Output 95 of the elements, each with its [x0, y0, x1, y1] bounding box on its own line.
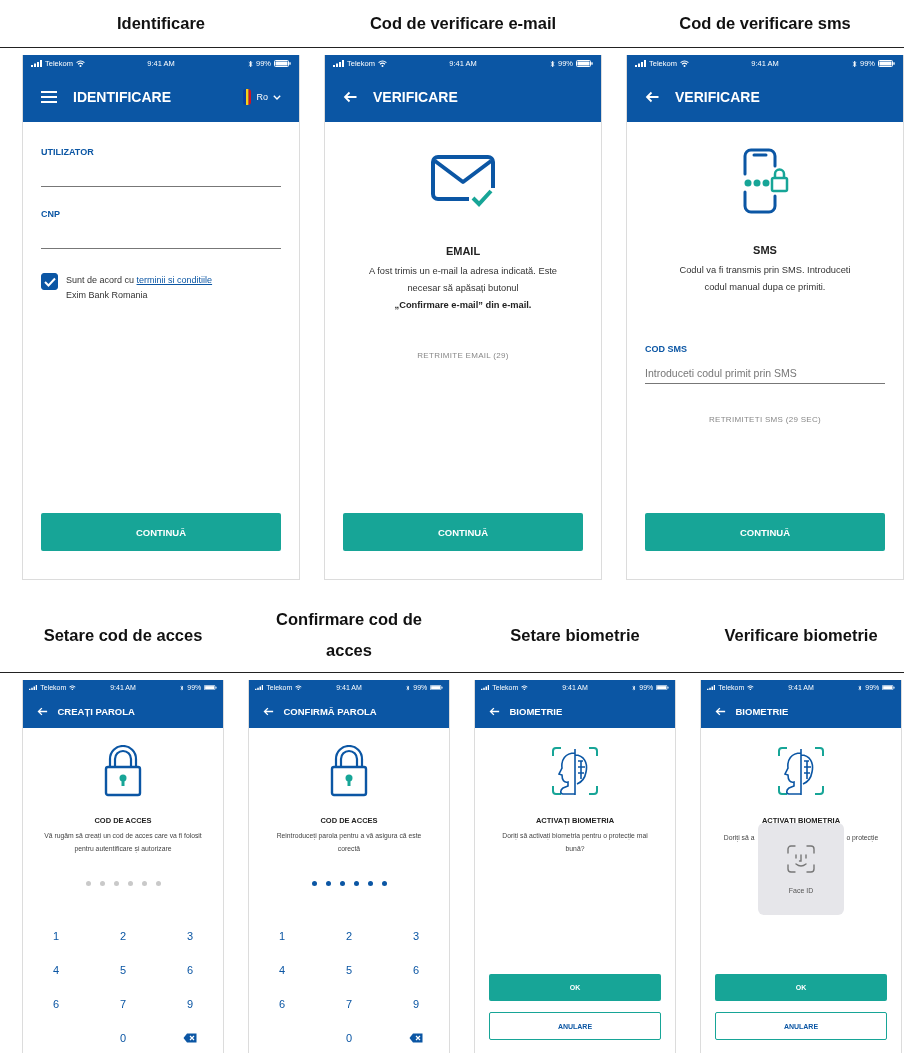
keypad-key[interactable]: 0: [89, 1021, 157, 1053]
wifi-icon: [75, 60, 85, 67]
padlock-icon: [103, 745, 143, 797]
consent-text: Sunt de acord cu terminii si conditiile Exim Bank Romania: [66, 274, 213, 302]
message-text: Codul va fi transmis prin SMS. Introduceti codul manual dupa ce primiti.: [678, 264, 852, 294]
phone-lock-icon: [741, 148, 789, 214]
terms-link[interactable]: terminii si conditiile: [136, 275, 213, 285]
envelope-check-icon: [431, 155, 495, 209]
keypad-key[interactable]: 7: [89, 987, 157, 1021]
keypad-key[interactable]: 3: [382, 919, 449, 953]
back-arrow-icon[interactable]: [263, 707, 274, 716]
back-arrow-icon[interactable]: [343, 91, 357, 103]
keypad-key[interactable]: 9: [156, 987, 223, 1021]
battery-icon: [878, 60, 895, 67]
bluetooth-icon: [858, 684, 863, 691]
keypad-key[interactable]: 3: [156, 919, 223, 953]
screen-title: BIOMETRIE: [509, 706, 563, 717]
screen-caption: Cod de verificare e-mail: [369, 13, 557, 34]
chevron-down-icon: [273, 94, 281, 100]
signal-icon: [707, 684, 716, 691]
section-heading: SMS: [753, 244, 777, 256]
keypad-key[interactable]: 4: [23, 953, 90, 987]
keypad-key[interactable]: 6: [156, 953, 223, 987]
face-scan-icon: [550, 745, 600, 797]
signal-icon: [29, 684, 38, 691]
battery-icon: [430, 684, 443, 691]
field-label: COD SMS: [645, 344, 688, 354]
bluetooth-icon: [852, 59, 857, 68]
resend-link[interactable]: RETRIMITE EMAIL (29): [411, 350, 515, 361]
keypad-key[interactable]: 7: [315, 987, 383, 1021]
screen-caption: Setare cod de acces: [43, 624, 203, 646]
message-text: A fost trimis un e-mail la adresa indicată. Este necesar să apăsați butonul „Confirmare e-mail” din e-mail.: [367, 265, 559, 312]
wifi-icon: [295, 684, 303, 691]
screen-caption: Cod de verificare sms: [679, 13, 851, 34]
field-label: UTILIZATOR: [41, 147, 95, 157]
screen-caption: Verificare biometrie: [724, 624, 878, 646]
back-arrow-icon[interactable]: [489, 707, 500, 716]
keypad-key[interactable]: 6: [249, 987, 316, 1021]
bluetooth-icon: [550, 59, 555, 68]
keypad-key[interactable]: 6: [23, 987, 90, 1021]
signal-icon: [481, 684, 490, 691]
screen-caption: Identificare: [117, 13, 205, 34]
signal-icon: [333, 60, 344, 67]
screen-caption: Confirmare cod de acces: [275, 609, 423, 661]
flag-icon: [243, 89, 252, 105]
padlock-icon: [329, 745, 369, 797]
language-selector[interactable]: Ro: [243, 89, 281, 105]
keypad-key[interactable]: 9: [382, 987, 449, 1021]
keypad-key[interactable]: 6: [382, 953, 449, 987]
signal-icon: [31, 60, 42, 67]
screen-title: IDENTIFICARE: [73, 89, 171, 105]
bluetooth-icon: [406, 684, 411, 691]
resend-link[interactable]: RETRIMITETI SMS (29 SEC): [702, 414, 828, 425]
checkbox[interactable]: [41, 273, 58, 290]
back-arrow-icon[interactable]: [645, 91, 659, 103]
wifi-icon: [521, 684, 529, 691]
back-arrow-icon[interactable]: [37, 707, 48, 716]
keypad-key[interactable]: 1: [249, 919, 316, 953]
keypad-key[interactable]: 1: [23, 919, 90, 953]
bluetooth-icon: [632, 684, 637, 691]
bluetooth-icon: [180, 684, 185, 691]
signal-icon: [255, 684, 264, 691]
battery-icon: [882, 684, 895, 691]
screen-caption: Setare biometrie: [510, 624, 640, 646]
face-scan-icon: [776, 745, 826, 797]
section-heading: EMAIL: [445, 245, 481, 257]
keypad-key[interactable]: 2: [89, 919, 157, 953]
keypad-key[interactable]: 2: [315, 919, 383, 953]
screen-title: CREAȚI PAROLA: [57, 706, 135, 717]
backspace-icon[interactable]: [183, 1033, 197, 1043]
signal-icon: [635, 60, 646, 67]
screen-title: CONFIRMĂ PAROLA: [283, 706, 377, 717]
wifi-icon: [679, 60, 689, 67]
keypad-key[interactable]: 0: [315, 1021, 383, 1053]
wifi-icon: [69, 684, 77, 691]
keypad-key[interactable]: 5: [315, 953, 383, 987]
field-label: CNP: [41, 209, 61, 219]
input-field[interactable]: Introduceti codul primit prin SMS: [645, 362, 885, 384]
battery-icon: [576, 60, 593, 67]
keypad-key[interactable]: 5: [89, 953, 157, 987]
keypad-key[interactable]: 4: [249, 953, 316, 987]
screen-title: VERIFICARE: [675, 89, 760, 105]
checkmark-icon: [43, 276, 56, 287]
wifi-icon: [747, 684, 755, 691]
battery-icon: [656, 684, 669, 691]
screen-title: BIOMETRIE: [735, 706, 789, 717]
bluetooth-icon: [248, 59, 253, 68]
face-id-icon: [787, 844, 815, 873]
screen-title: VERIFICARE: [373, 89, 458, 105]
back-arrow-icon[interactable]: [715, 707, 726, 716]
battery-icon: [274, 60, 291, 67]
menu-icon[interactable]: [41, 91, 57, 103]
battery-icon: [204, 684, 217, 691]
backspace-icon[interactable]: [409, 1033, 423, 1043]
wifi-icon: [377, 60, 387, 67]
